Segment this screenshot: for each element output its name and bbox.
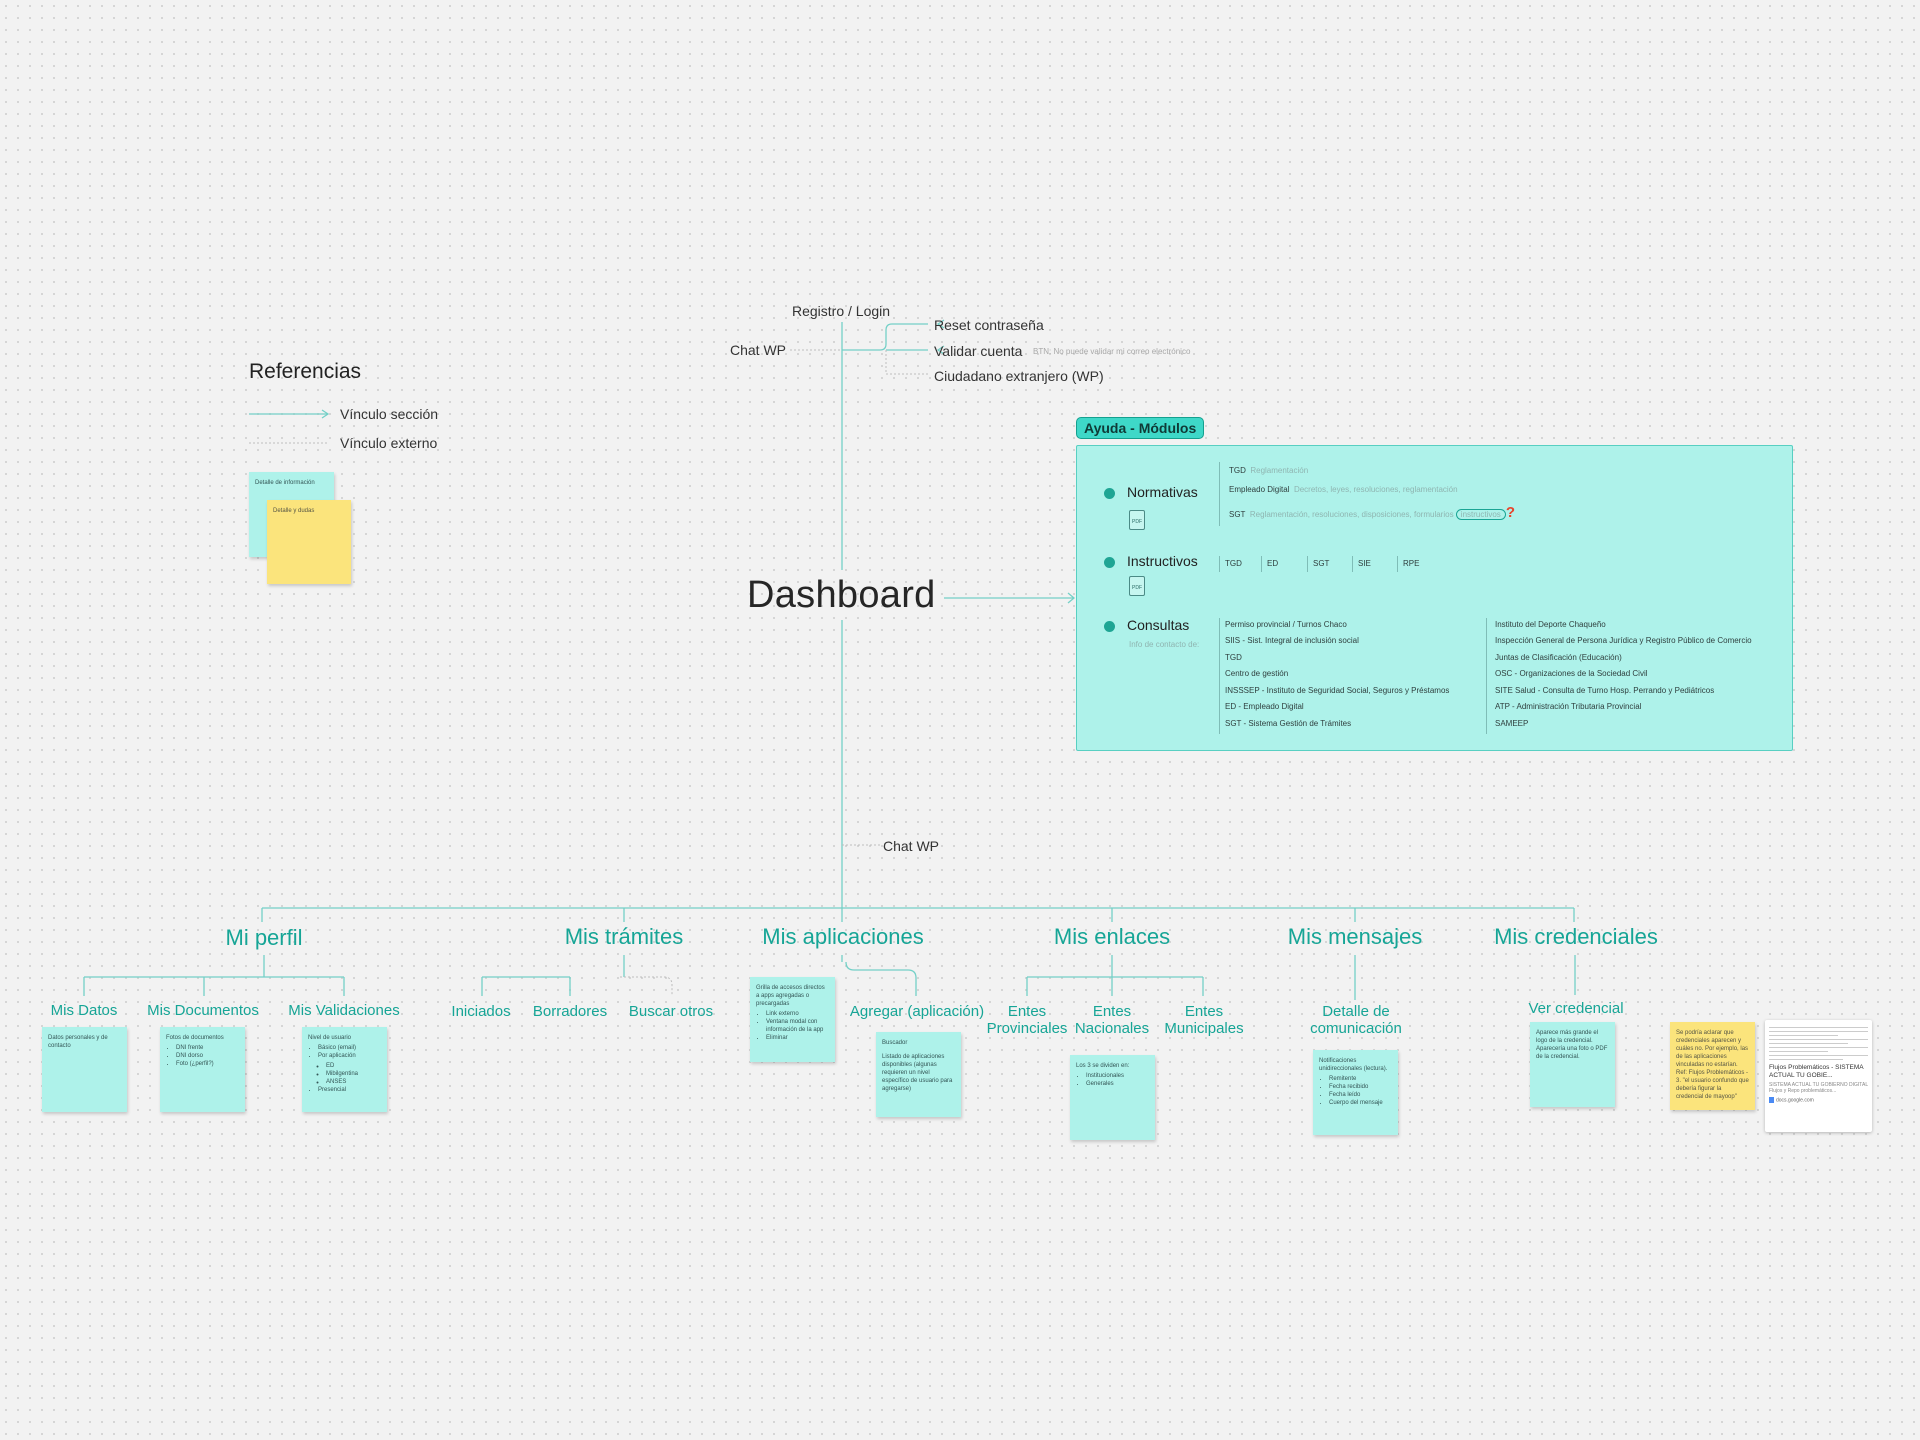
section-mis-tramites[interactable]: Mis trámites bbox=[565, 924, 684, 950]
consultas-subtitle: Info de contacto de: bbox=[1129, 640, 1200, 649]
section-mis-aplicaciones[interactable]: Mis aplicaciones bbox=[762, 924, 923, 950]
chat-wp-top-label: Chat WP bbox=[730, 342, 787, 358]
note-mis-datos[interactable]: Datos personales y de contacto bbox=[42, 1027, 127, 1112]
instructivo-sgt[interactable]: SGT bbox=[1313, 559, 1329, 568]
consulta-item: SITE Salud - Consulta de Turno Hosp. Per… bbox=[1495, 686, 1715, 695]
consulta-item: INSSSEP - Instituto de Seguridad Social,… bbox=[1225, 686, 1450, 695]
section-mi-perfil[interactable]: Mi perfil bbox=[225, 925, 302, 951]
legend-doubts-note[interactable]: Detalle y dudas bbox=[267, 500, 351, 584]
node-agregar-aplicacion[interactable]: Agregar (aplicación) bbox=[850, 1003, 984, 1020]
consulta-item: SGT - Sistema Gestión de Trámites bbox=[1225, 719, 1352, 728]
note-entes[interactable]: Los 3 se dividen en: InstitucionalesGene… bbox=[1070, 1055, 1155, 1140]
consulta-item: ATP - Administración Tributaria Provinci… bbox=[1495, 702, 1642, 711]
note-detalle-comunicacion[interactable]: Notificaciones unidireccionales (lectura… bbox=[1313, 1050, 1398, 1135]
normativa-row-sgt: SGT Reglamentación, resoluciones, dispos… bbox=[1229, 504, 1515, 521]
ayuda-modulos-tag: Ayuda - Módulos bbox=[1076, 417, 1205, 439]
validar-cuenta-note: BTN: No puede validar mi correo electrón… bbox=[1033, 347, 1191, 356]
doc-source: docs.google.com bbox=[1769, 1097, 1868, 1103]
instructivo-sie[interactable]: SIE bbox=[1358, 559, 1371, 568]
normativa-row-tgd: TGD Reglamentación bbox=[1229, 466, 1309, 475]
question-mark-icon: ? bbox=[1505, 504, 1515, 521]
consulta-item: ED - Empleado Digital bbox=[1225, 702, 1304, 711]
instructivo-rpe[interactable]: RPE bbox=[1403, 559, 1419, 568]
instructivo-tgd[interactable]: TGD bbox=[1225, 559, 1242, 568]
instructivos-bullet bbox=[1104, 557, 1115, 568]
consulta-item: Centro de gestión bbox=[1225, 669, 1289, 678]
ciudadano-extranjero-label: Ciudadano extranjero (WP) bbox=[934, 368, 1104, 384]
instructivo-ed[interactable]: ED bbox=[1267, 559, 1278, 568]
consulta-item: TGD bbox=[1225, 653, 1242, 662]
node-entes-municipales[interactable]: Entes Municipales bbox=[1159, 1003, 1249, 1037]
references-title: Referencias bbox=[249, 360, 362, 383]
instructivos-circled: instructivos bbox=[1455, 509, 1506, 520]
normativas-pdf-icon: PDF bbox=[1129, 510, 1145, 530]
chat-wp-mid-label: Chat WP bbox=[883, 838, 940, 854]
validar-cuenta-label: Validar cuenta bbox=[934, 343, 1023, 359]
node-entes-nacionales[interactable]: Entes Nacionales bbox=[1072, 1003, 1152, 1037]
consultas-title: Consultas bbox=[1127, 617, 1190, 633]
node-iniciados[interactable]: Iniciados bbox=[451, 1003, 510, 1020]
note-mis-validaciones[interactable]: Nivel de usuario Básico (email)Por aplic… bbox=[302, 1027, 387, 1112]
legend-external-link: Vínculo externo bbox=[340, 435, 438, 451]
section-mis-mensajes[interactable]: Mis mensajes bbox=[1288, 924, 1422, 950]
reset-password-label: Reset contraseña bbox=[934, 317, 1044, 333]
note-mis-documentos[interactable]: Fotos de documentos DNI frenteDNI dorsoF… bbox=[160, 1027, 245, 1112]
node-mis-documentos[interactable]: Mis Documentos bbox=[147, 1002, 259, 1019]
node-borradores[interactable]: Borradores bbox=[533, 1003, 607, 1020]
google-docs-icon bbox=[1769, 1097, 1774, 1103]
instructivos-title: Instructivos bbox=[1127, 553, 1198, 569]
normativa-row-ed: Empleado Digital Decretos, leyes, resolu… bbox=[1229, 485, 1458, 494]
consulta-item: OSC - Organizaciones de la Sociedad Civi… bbox=[1495, 669, 1648, 678]
dashboard-title: Dashboard bbox=[747, 574, 936, 616]
consulta-item: Permiso provincial / Turnos Chaco bbox=[1225, 620, 1347, 629]
note-buscador-aplicaciones[interactable]: Buscador Listado de aplicaciones disponib… bbox=[876, 1032, 961, 1117]
registro-login-label: Registro / Login bbox=[792, 303, 891, 319]
node-mis-datos[interactable]: Mis Datos bbox=[51, 1002, 118, 1019]
node-ver-credencial[interactable]: Ver credencial bbox=[1528, 1000, 1623, 1017]
note-grilla-aplicaciones[interactable]: Grilla de accesos directos a apps agrega… bbox=[750, 977, 835, 1062]
node-buscar-otros[interactable]: Buscar otros bbox=[629, 1003, 713, 1020]
flujos-problematicos-doc-link[interactable]: Flujos Problemáticos - SISTEMA ACTUAL TU… bbox=[1765, 1020, 1872, 1132]
doc-title: Flujos Problemáticos - SISTEMA ACTUAL TU… bbox=[1769, 1064, 1864, 1079]
consulta-item: Instituto del Deporte Chaqueño bbox=[1495, 620, 1606, 629]
consulta-item: SIIS - Sist. Integral de inclusión socia… bbox=[1225, 636, 1359, 645]
doc-subtitle: SISTEMA ACTUAL TU GOBIERNO DIGITAL Flujo… bbox=[1769, 1082, 1868, 1094]
section-mis-enlaces[interactable]: Mis enlaces bbox=[1054, 924, 1170, 950]
consulta-item: Inspección General de Persona Jurídica y… bbox=[1495, 636, 1752, 645]
node-entes-provinciales[interactable]: Entes Provinciales bbox=[982, 1003, 1072, 1037]
ayuda-modulos-panel: Normativas PDF TGD Reglamentación Emplea… bbox=[1076, 445, 1793, 751]
instructivos-pdf-icon: PDF bbox=[1129, 576, 1145, 596]
normativas-title: Normativas bbox=[1127, 484, 1198, 500]
section-mis-credenciales[interactable]: Mis credenciales bbox=[1494, 924, 1658, 950]
consulta-item: Juntas de Clasificación (Educación) bbox=[1495, 653, 1622, 662]
note-ver-credencial[interactable]: Aparece más grande el logo de la credenc… bbox=[1530, 1022, 1615, 1107]
consulta-item: SAMEEP bbox=[1495, 719, 1529, 728]
note-credenciales-duda[interactable]: Se podría aclarar que credenciales apare… bbox=[1670, 1022, 1755, 1110]
normativas-bullet bbox=[1104, 488, 1115, 499]
legend-section-link: Vínculo sección bbox=[340, 406, 439, 422]
consultas-bullet bbox=[1104, 621, 1115, 632]
node-mis-validaciones[interactable]: Mis Validaciones bbox=[288, 1002, 399, 1019]
node-detalle-comunicacion[interactable]: Detalle de comunicación bbox=[1301, 1003, 1411, 1037]
